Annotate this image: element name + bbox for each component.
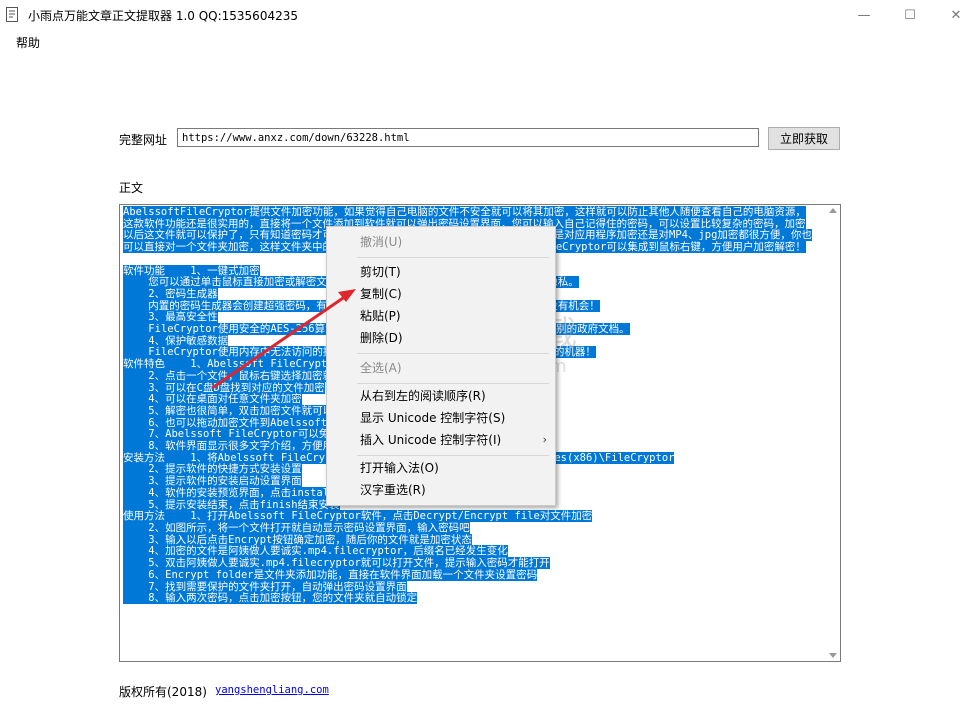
menu-separator (357, 455, 549, 456)
menu-show-unicode[interactable]: 显示 Unicode 控制字符(S) (327, 407, 555, 429)
close-button[interactable]: ✕ (933, 0, 979, 30)
minimize-icon: — (857, 7, 871, 23)
url-label: 完整网址 (119, 133, 168, 147)
title-bar: 小雨点万能文章正文提取器 1.0 QQ:1535604235 — ☐ ✕ (0, 0, 979, 30)
menu-insert-unicode-label: 插入 Unicode 控制字符(I) (360, 433, 502, 447)
menu-undo[interactable]: 撤消(U) (327, 231, 555, 253)
app-icon (6, 7, 18, 22)
menu-open-ime[interactable]: 打开输入法(O) (327, 457, 555, 479)
menu-delete[interactable]: 删除(D) (327, 327, 555, 349)
chevron-right-icon: › (542, 433, 547, 446)
maximize-icon: ☐ (904, 7, 916, 23)
footer-link[interactable]: yangshengliang.com (215, 684, 329, 696)
menu-insert-unicode[interactable]: 插入 Unicode 控制字符(I) › (327, 429, 555, 451)
url-input[interactable]: https://www.anxz.com/down/63228.html (177, 128, 759, 147)
menu-rtl[interactable]: 从右到左的阅读顺序(R) (327, 385, 555, 407)
window-title: 小雨点万能文章正文提取器 1.0 QQ:1535604235 (28, 9, 298, 23)
menu-select-all[interactable]: 全选(A) (327, 357, 555, 379)
maximize-button[interactable]: ☐ (887, 0, 933, 30)
fetch-button[interactable]: 立即获取 (768, 127, 840, 150)
content-label: 正文 (119, 181, 144, 195)
menu-separator (357, 383, 549, 384)
menu-separator (357, 257, 549, 258)
menu-paste[interactable]: 粘贴(P) (327, 305, 555, 327)
menu-help[interactable]: 帮助 (16, 34, 40, 51)
close-icon: ✕ (950, 7, 962, 23)
context-menu: 撤消(U) 剪切(T) 复制(C) 粘贴(P) 删除(D) 全选(A) 从右到左… (326, 226, 556, 506)
copyright-label: 版权所有(2018) (119, 685, 207, 699)
menu-separator (357, 353, 549, 354)
menu-copy[interactable]: 复制(C) (327, 283, 555, 305)
menu-cut[interactable]: 剪切(T) (327, 261, 555, 283)
scroll-down-icon[interactable] (829, 653, 837, 658)
minimize-button[interactable]: — (841, 0, 887, 30)
scroll-up-icon[interactable] (829, 208, 837, 213)
menu-reconvert[interactable]: 汉字重选(R) (327, 479, 555, 501)
menu-bar: 帮助 (0, 30, 979, 52)
